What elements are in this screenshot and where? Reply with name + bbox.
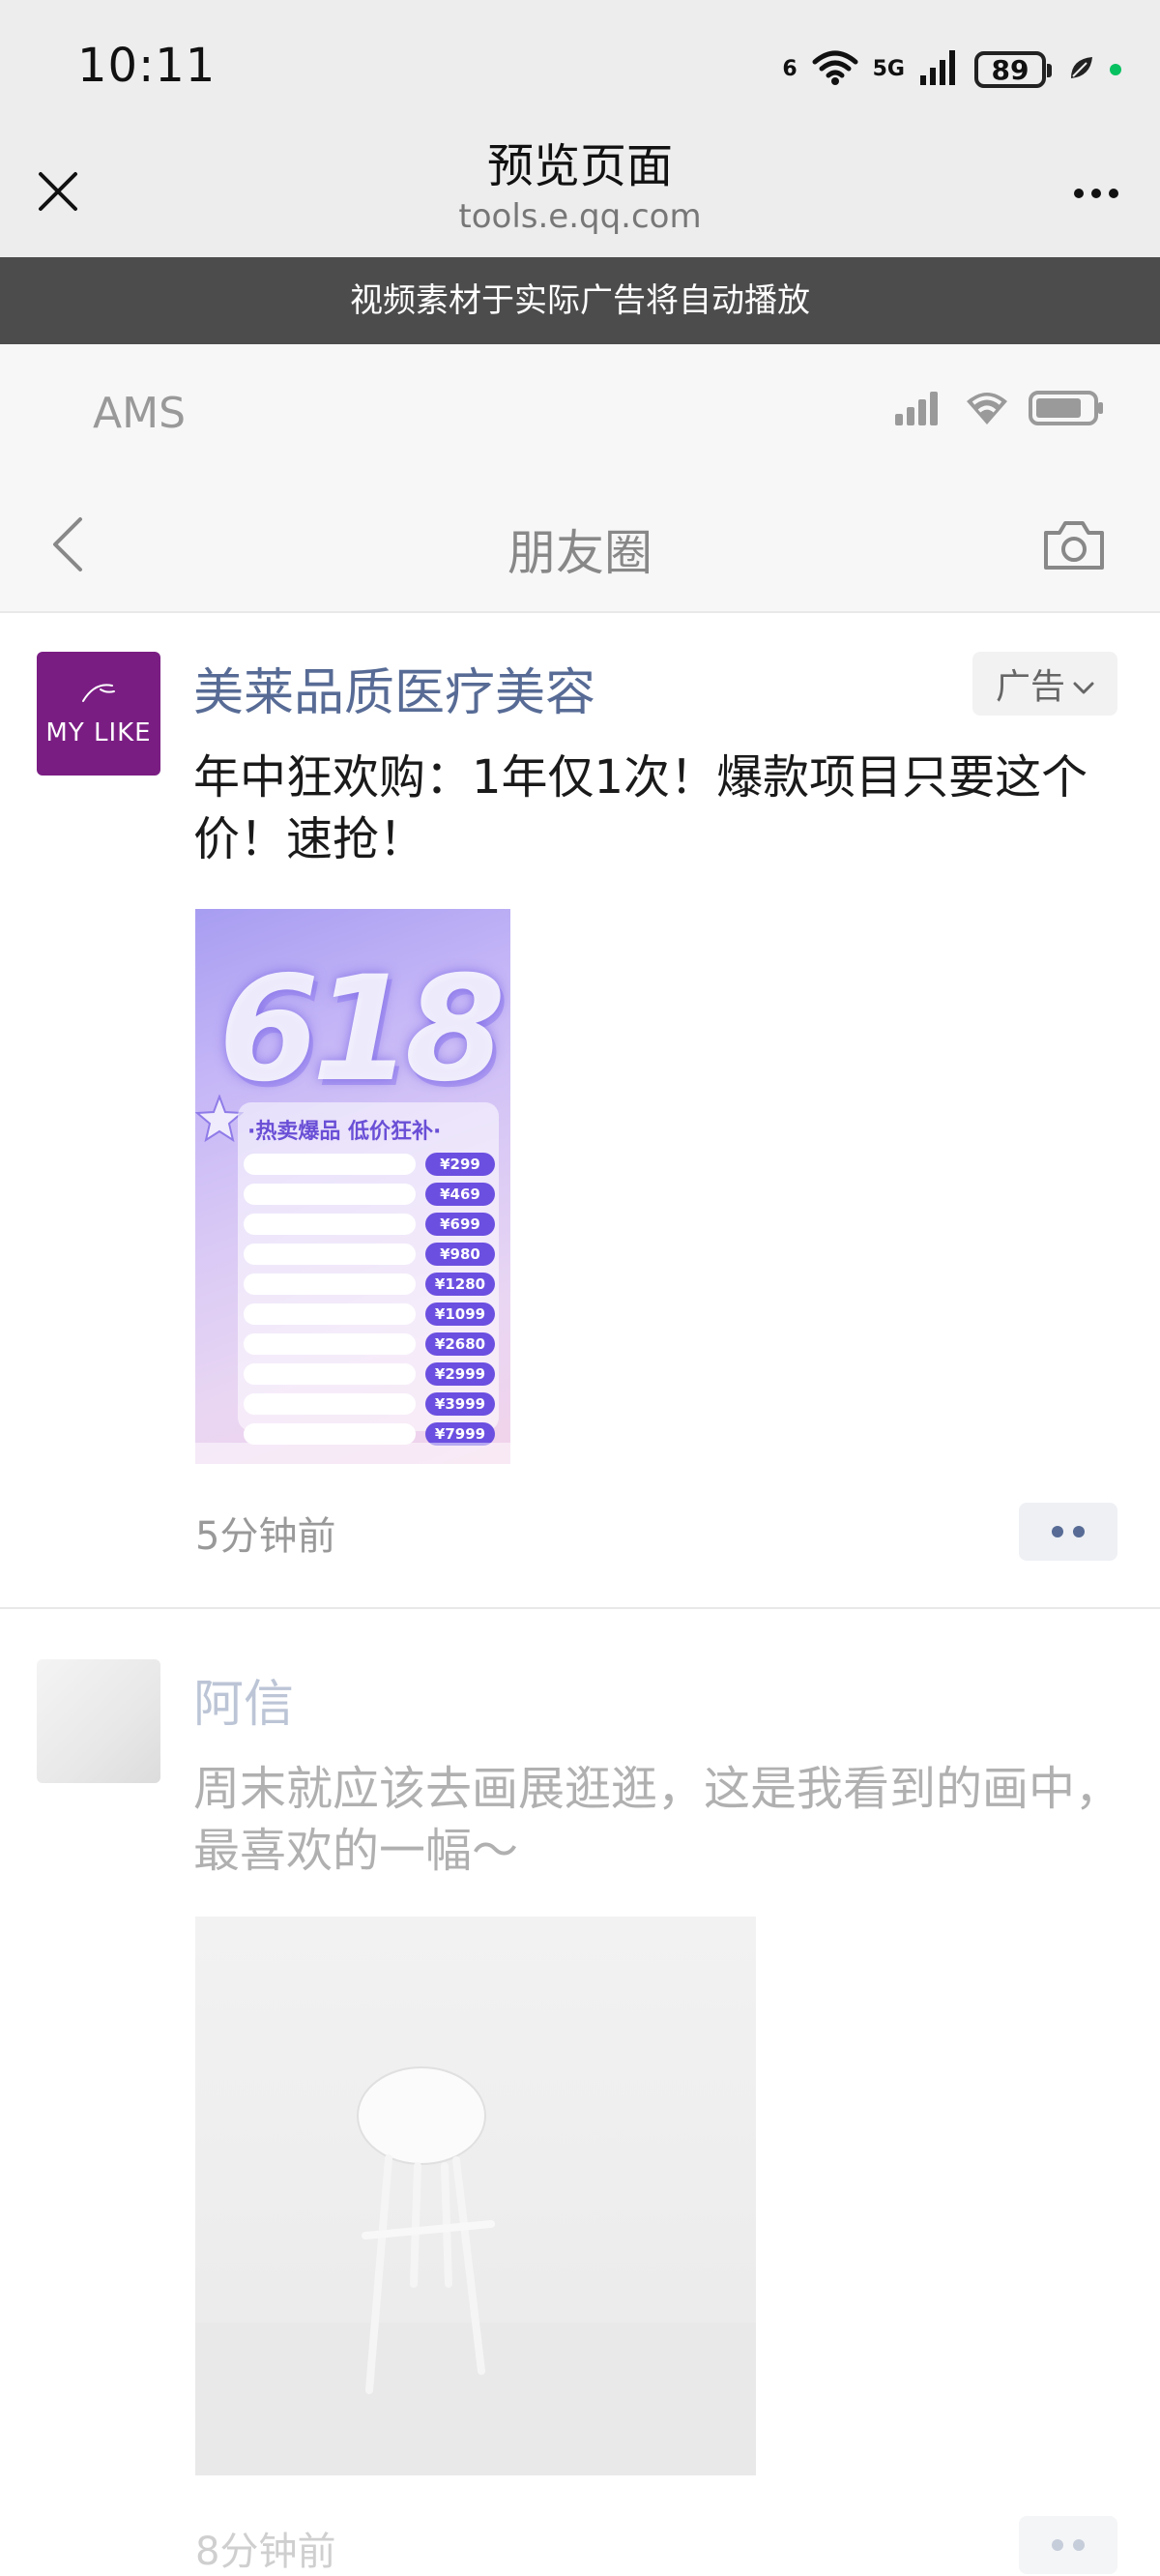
preview-status-bar: AMS xyxy=(0,344,1160,480)
moments-nav-bar: 朋友圈 xyxy=(0,480,1160,613)
network-type-label: 6 xyxy=(782,57,798,81)
poster-price: ¥699 xyxy=(425,1212,495,1236)
ad-tag-button[interactable]: 广告 xyxy=(972,652,1117,716)
preview-carrier-label: AMS xyxy=(93,389,186,438)
preview-status-icons xyxy=(893,389,1106,431)
system-status-bar: 10:11 6 5G 89 xyxy=(0,0,1160,135)
ad-post-text: 年中狂欢购：1年仅1次！爆款项目只要这个价！速抢！ xyxy=(193,750,1088,866)
poster-price-row: ¥1099 xyxy=(244,1299,495,1329)
status-icons: 6 5G 89 xyxy=(782,43,1121,97)
status-time: 10:11 xyxy=(77,39,217,93)
preview-battery-icon xyxy=(1029,389,1106,431)
sample-avatar[interactable] xyxy=(37,1659,160,1783)
page-url: tools.e.qq.com xyxy=(458,197,702,236)
poster-price-list: ¥299 ¥469 ¥699 ¥980 ¥1280 ¥1099 ¥2680 ¥2… xyxy=(244,1149,495,1449)
poster-price: ¥2999 xyxy=(425,1361,495,1386)
poster-price-row: ¥1280 xyxy=(244,1269,495,1299)
preview-wifi-icon xyxy=(965,390,1009,430)
ad-author-name[interactable]: 美莱品质医疗美容 xyxy=(193,652,595,724)
poster-price: ¥2680 xyxy=(425,1332,495,1356)
battery-indicator: 89 xyxy=(974,51,1052,88)
poster-price: ¥3999 xyxy=(425,1391,495,1416)
camera-icon xyxy=(1042,519,1106,575)
network-5g-label: 5G xyxy=(872,57,905,81)
ad-post-time: 5分钟前 xyxy=(195,1514,336,1559)
camera-button[interactable] xyxy=(1040,518,1108,576)
preview-signal-icon xyxy=(893,389,945,431)
poster-price-row: ¥299 xyxy=(244,1149,495,1179)
poster-price-row: ¥2999 xyxy=(244,1359,495,1389)
feed-divider xyxy=(0,1607,1160,1609)
sample-author-name[interactable]: 阿信 xyxy=(193,1663,294,1736)
sample-post-text: 周末就应该去画展逛逛，这是我看到的画中，最喜欢的一幅～ xyxy=(193,1762,1122,1878)
leaf-icon xyxy=(1067,53,1096,86)
poster-price: ¥469 xyxy=(425,1182,495,1206)
privacy-indicator-dot xyxy=(1110,64,1121,75)
more-dot-icon xyxy=(1073,2539,1085,2551)
moments-title: 朋友圈 xyxy=(508,525,652,581)
sample-more-button[interactable] xyxy=(1019,2516,1117,2574)
poster-price: ¥980 xyxy=(425,1242,495,1266)
poster-price: ¥7999 xyxy=(425,1421,495,1446)
brand-logo-text: MY LIKE xyxy=(45,718,152,747)
poster-price-row: ¥2680 xyxy=(244,1329,495,1359)
poster-price-row: ¥3999 xyxy=(244,1389,495,1419)
chevron-down-icon xyxy=(1073,664,1094,704)
video-autoplay-notice: 视频素材于实际广告将自动播放 xyxy=(0,257,1160,344)
poster-price: ¥1099 xyxy=(425,1302,495,1326)
browser-title-bar: 预览页面 tools.e.qq.com xyxy=(0,135,1160,257)
more-options-button[interactable] xyxy=(1058,164,1135,222)
poster-price-card: ·热卖爆品 低价狂补· ¥299 ¥469 ¥699 ¥980 ¥1280 ¥1… xyxy=(238,1102,499,1446)
more-dot-icon xyxy=(1109,189,1118,198)
poster-price-row: ¥699 xyxy=(244,1209,495,1239)
poster-618-text: 618 xyxy=(218,946,506,1114)
cellular-signal-icon xyxy=(918,48,961,91)
ad-avatar[interactable]: MY LIKE xyxy=(37,652,160,776)
poster-price-row: ¥980 xyxy=(244,1239,495,1269)
poster-price-row: ¥469 xyxy=(244,1179,495,1209)
more-dot-icon xyxy=(1091,189,1101,198)
page-title: 预览页面 xyxy=(486,139,673,193)
poster-price: ¥299 xyxy=(425,1152,495,1176)
ad-tag-label: 广告 xyxy=(995,667,1065,707)
more-dot-icon xyxy=(1074,189,1084,198)
star-icon xyxy=(195,1094,245,1147)
more-dot-icon xyxy=(1073,1526,1085,1537)
poster-footer-strip xyxy=(195,1443,510,1464)
sample-chair-image[interactable] xyxy=(195,1917,756,2475)
more-dot-icon xyxy=(1052,2539,1063,2551)
more-dot-icon xyxy=(1052,1526,1063,1537)
wifi-icon xyxy=(811,48,859,91)
chair-illustration xyxy=(195,2066,756,2475)
ad-poster-image[interactable]: 618 ·热卖爆品 低价狂补· ¥299 ¥469 ¥699 ¥980 ¥128… xyxy=(195,909,510,1464)
brand-logo-icon xyxy=(79,680,118,709)
sample-post-time: 8分钟前 xyxy=(195,2530,336,2574)
poster-header: ·热卖爆品 低价狂补· xyxy=(247,1120,442,1144)
poster-price: ¥1280 xyxy=(425,1272,495,1296)
ad-more-button[interactable] xyxy=(1019,1503,1117,1561)
